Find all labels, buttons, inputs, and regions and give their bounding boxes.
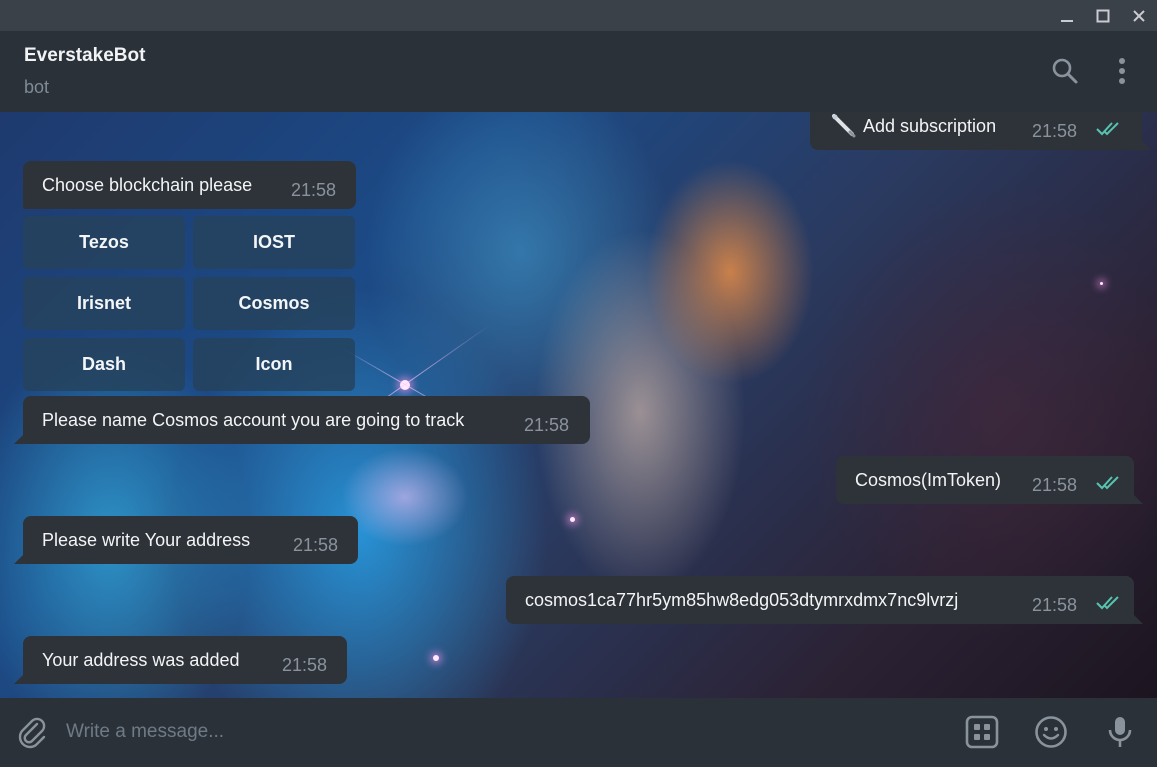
chat-status: bot <box>24 77 50 97</box>
message-time: 21:58 <box>1032 121 1078 141</box>
bubble-tail <box>14 434 24 444</box>
message-time: 21:58 <box>291 180 337 200</box>
keyboard-button-cosmos[interactable]: Cosmos <box>193 277 355 330</box>
more-vertical-icon[interactable] <box>1106 55 1138 87</box>
read-check-icon <box>1096 596 1119 610</box>
message-text: Add subscription <box>863 115 997 136</box>
message-incoming[interactable]: Your address was added 21:58 <box>14 636 347 684</box>
message-time: 21:58 <box>282 655 328 675</box>
bubble-tail <box>1133 494 1143 504</box>
message-outgoing[interactable]: Cosmos(ImToken) 21:58 <box>836 456 1143 504</box>
bubble-tail <box>1141 140 1151 150</box>
compose-bar <box>0 698 1157 767</box>
message-text: Your address was added <box>42 649 240 670</box>
minimize-icon[interactable] <box>1055 4 1079 28</box>
message-text: Please name Cosmos account you are going… <box>42 409 465 430</box>
bubble-tail <box>14 554 24 564</box>
message-outgoing[interactable]: cosmos1ca77hr5ym85hw8edg053dtymrxdmx7nc9… <box>506 576 1143 624</box>
message-time: 21:58 <box>1032 475 1078 495</box>
read-check-icon <box>1096 122 1119 136</box>
message-incoming[interactable]: Please name Cosmos account you are going… <box>14 396 590 444</box>
star-decoration <box>1100 282 1103 285</box>
message-time: 21:58 <box>1032 595 1078 615</box>
star-decoration <box>433 655 439 661</box>
telescope-emoji-icon <box>830 112 858 143</box>
message-outgoing[interactable]: Add subscription 21:58 <box>810 112 1151 150</box>
message-text: Choose blockchain please <box>42 174 253 195</box>
keyboard-button-dash[interactable]: Dash <box>23 338 185 391</box>
close-icon[interactable] <box>1127 4 1151 28</box>
microphone-icon[interactable] <box>1102 714 1138 750</box>
message-time: 21:58 <box>524 415 570 435</box>
chat-history[interactable]: Add subscription 21:58 Choose blockchain… <box>0 112 1157 698</box>
chat-title[interactable]: EverstakeBot <box>24 45 145 67</box>
keyboard-button-iost[interactable]: IOST <box>193 216 355 269</box>
bot-keyboard-icon[interactable] <box>964 714 1000 750</box>
bubble-tail <box>1133 614 1143 624</box>
search-icon[interactable] <box>1049 55 1081 87</box>
message-text: Please write Your address <box>42 529 251 550</box>
message-incoming[interactable]: Please write Your address 21:58 <box>14 516 358 564</box>
message-time: 21:58 <box>293 535 339 555</box>
read-check-icon <box>1096 476 1119 490</box>
window-titlebar <box>0 0 1157 31</box>
star-decoration <box>570 517 575 522</box>
message-text: Cosmos(ImToken) <box>855 469 1002 490</box>
keyboard-button-tezos[interactable]: Tezos <box>23 216 185 269</box>
paperclip-icon[interactable] <box>14 714 50 750</box>
keyboard-button-icon[interactable]: Icon <box>193 338 355 391</box>
message-text: cosmos1ca77hr5ym85hw8edg053dtymrxdmx7nc9… <box>525 589 959 610</box>
chat-header: EverstakeBot bot <box>0 31 1157 112</box>
bubble-tail <box>14 674 24 684</box>
keyboard-button-irisnet[interactable]: Irisnet <box>23 277 185 330</box>
emoji-icon[interactable] <box>1033 714 1069 750</box>
message-incoming[interactable]: Choose blockchain please 21:58 <box>23 161 356 209</box>
message-input[interactable] <box>66 714 926 750</box>
maximize-icon[interactable] <box>1091 4 1115 28</box>
